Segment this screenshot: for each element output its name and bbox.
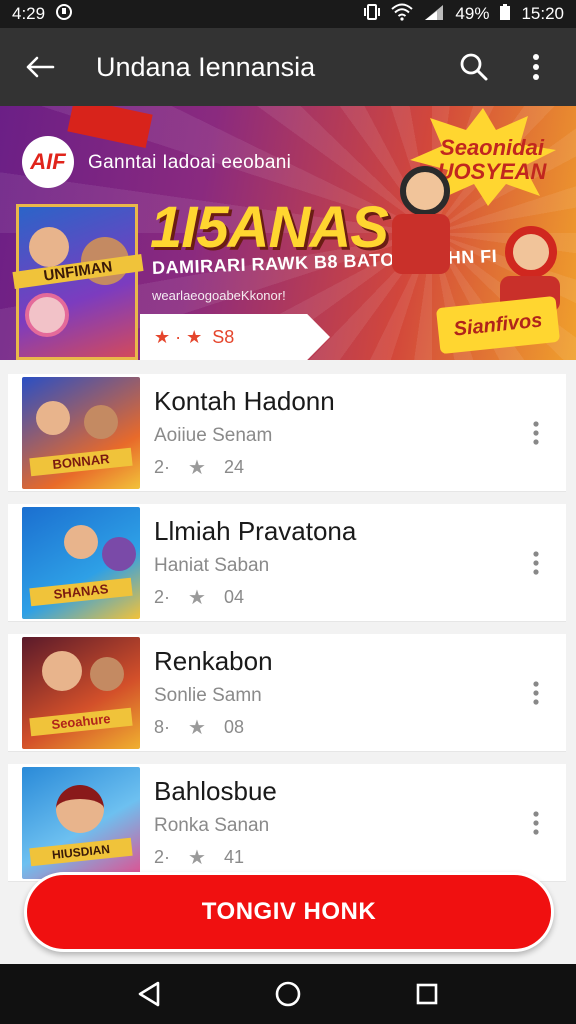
item-thumbnail: BONNAR — [22, 376, 140, 489]
item-title: Kontah Hadonn — [154, 385, 335, 416]
item-more-button[interactable] — [516, 533, 556, 593]
back-arrow-icon — [26, 56, 55, 78]
system-nav-bar — [0, 964, 576, 1024]
item-title: Llmiah Pravatona — [154, 515, 357, 546]
overflow-menu-button[interactable] — [514, 45, 558, 89]
list-item[interactable]: Seoahure Renkabon Sonlie Samn 8· ★ 08 — [8, 634, 566, 752]
cartoon-character — [400, 166, 450, 216]
status-time: 4:29 — [12, 4, 46, 23]
signal-icon — [423, 3, 445, 26]
rating-stars: ★ · ★ — [154, 326, 203, 347]
item-rank: 2· — [154, 846, 171, 867]
status-clock: 15:20 — [521, 4, 564, 23]
banner-poster: UNFIMAN — [12, 204, 144, 360]
more-vert-icon — [533, 54, 539, 80]
star-icon: ★ — [188, 846, 206, 869]
vibrate-icon — [363, 3, 381, 26]
more-vert-icon — [533, 680, 539, 705]
banner-small-text: wearlaeogoabeKkonor! — [152, 288, 286, 303]
item-author: Sonlie Samn — [154, 684, 262, 706]
banner-rating: ★ · ★ S8 — [140, 314, 330, 360]
page-title: Undana Iennansia — [96, 51, 316, 82]
battery-percent: 49% — [455, 4, 490, 23]
item-more-button[interactable] — [516, 793, 556, 853]
item-rank: 2· — [154, 456, 171, 477]
more-vert-icon — [533, 810, 539, 835]
item-count: 08 — [223, 716, 244, 737]
item-author: Haniat Saban — [154, 554, 270, 576]
nav-recents-button[interactable] — [407, 974, 447, 1014]
status-bar: 4:29 49% 15:20 — [0, 0, 576, 28]
search-button[interactable] — [452, 45, 496, 89]
rating-count: S8 — [212, 326, 235, 347]
more-vert-icon — [533, 550, 539, 575]
item-rank: 2· — [154, 586, 171, 607]
battery-icon — [499, 3, 511, 26]
star-icon: ★ — [188, 586, 206, 609]
banner-logo: AIF — [22, 136, 74, 188]
item-thumbnail: SHANAS — [22, 506, 140, 619]
back-button[interactable] — [18, 45, 62, 89]
item-title: Bahlosbue — [154, 775, 277, 806]
back-triangle-icon — [139, 981, 160, 1007]
list-item[interactable]: BONNAR Kontah Hadonn Aoiiue Senam 2· ★ 2… — [8, 374, 566, 492]
thumb-label: Seoahure — [29, 707, 133, 736]
primary-action-button[interactable]: TONGIV HONK — [24, 872, 554, 952]
star-icon: ★ — [188, 456, 206, 479]
recents-square-icon — [416, 983, 437, 1005]
item-count: 41 — [223, 846, 244, 867]
nav-back-button[interactable] — [129, 974, 169, 1014]
item-count: 24 — [223, 456, 244, 477]
item-thumbnail: HIUSDIAN — [22, 766, 140, 879]
home-circle-icon — [275, 981, 301, 1007]
item-count: 04 — [223, 586, 244, 607]
item-author: Ronka Sanan — [154, 814, 270, 836]
item-more-button[interactable] — [516, 403, 556, 463]
more-vert-icon — [533, 420, 539, 445]
item-thumbnail: Seoahure — [22, 636, 140, 749]
list-item[interactable]: HIUSDIAN Bahlosbue Ronka Sanan 2· ★ 41 — [8, 764, 566, 882]
item-author: Aoiiue Senam — [154, 424, 273, 446]
nav-home-button[interactable] — [268, 974, 308, 1014]
list-item[interactable]: SHANAS Llmiah Pravatona Haniat Saban 2· … — [8, 504, 566, 622]
search-icon — [460, 53, 488, 81]
app-bar: Undana Iennansia — [0, 28, 576, 106]
item-rank: 8· — [154, 716, 171, 737]
star-icon: ★ — [188, 716, 206, 739]
item-title: Renkabon — [154, 645, 273, 676]
burst-text: Seaonidai UOSYEAN — [437, 135, 547, 184]
promo-banner[interactable]: AIF Ganntai Iadoai eeobani UNFIMAN 1I5AN… — [0, 106, 576, 360]
content-list: BONNAR Kontah Hadonn Aoiiue Senam 2· ★ 2… — [0, 374, 576, 894]
banner-subtitle: Ganntai Iadoai eeobani — [88, 152, 292, 173]
item-more-button[interactable] — [516, 663, 556, 723]
thumb-label: HIUSDIAN — [29, 837, 133, 866]
cartoon-character-2 — [505, 226, 557, 278]
poster-label: UNFIMAN — [12, 254, 144, 289]
thumb-label: BONNAR — [29, 447, 133, 476]
thumb-label: SHANAS — [29, 577, 133, 606]
wifi-icon — [391, 3, 414, 26]
notification-icon — [55, 3, 73, 26]
cartoon-body — [392, 214, 450, 274]
